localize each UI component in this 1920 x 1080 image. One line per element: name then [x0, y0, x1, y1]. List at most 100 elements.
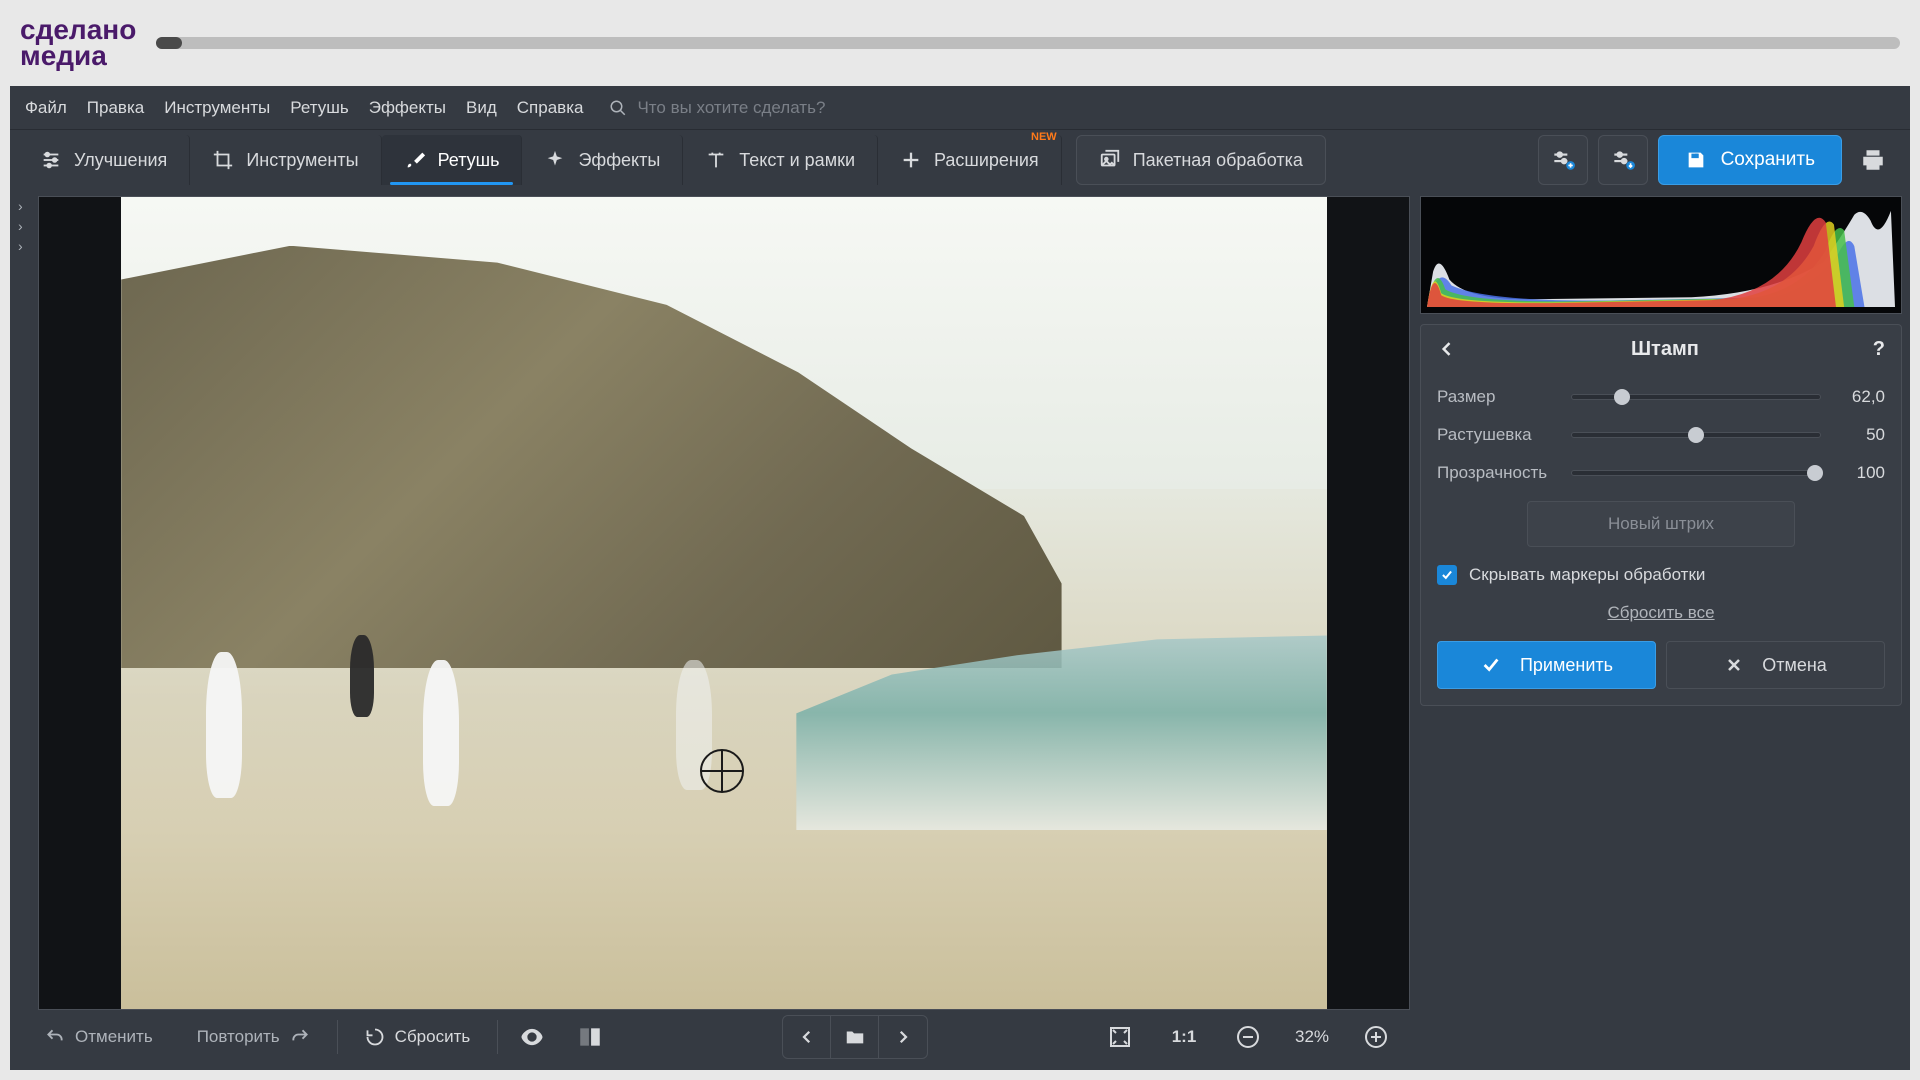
- plus-icon: [900, 149, 922, 171]
- tab-text[interactable]: Текст и рамки: [683, 135, 878, 185]
- menu-file[interactable]: Файл: [25, 98, 67, 118]
- tab-label: Улучшения: [74, 150, 167, 171]
- slider-value: 100: [1835, 463, 1885, 483]
- save-button[interactable]: Сохранить: [1658, 135, 1842, 185]
- redo-button[interactable]: Повторить: [180, 1016, 327, 1058]
- search-input[interactable]: [637, 98, 917, 118]
- marker-expand[interactable]: ›: [18, 218, 38, 234]
- menu-effects[interactable]: Эффекты: [369, 98, 446, 118]
- action-row: Применить Отмена: [1437, 641, 1885, 689]
- sliders-icon: [40, 149, 62, 171]
- checkbox-checked-icon: [1437, 565, 1457, 585]
- preview-toggle-button[interactable]: [508, 1016, 556, 1058]
- slider-value: 62,0: [1835, 387, 1885, 407]
- stamp-cursor: [700, 749, 744, 793]
- work-area: › › ›: [10, 190, 1910, 1070]
- histogram[interactable]: [1420, 196, 1902, 314]
- apply-label: Применить: [1520, 655, 1613, 676]
- tab-label: Ретушь: [438, 150, 500, 171]
- next-image-button[interactable]: [879, 1016, 927, 1058]
- reset-all-link[interactable]: Сбросить все: [1437, 603, 1885, 623]
- zoom-in-button[interactable]: [1352, 1016, 1400, 1058]
- tab-label: Инструменты: [246, 150, 358, 171]
- fit-screen-button[interactable]: [1096, 1016, 1144, 1058]
- brand-line2: медиа: [20, 43, 136, 69]
- toolbar-right: Сохранить: [1538, 135, 1902, 185]
- menu-view[interactable]: Вид: [466, 98, 497, 118]
- undo-button[interactable]: Отменить: [28, 1016, 170, 1058]
- tab-label: Текст и рамки: [739, 150, 855, 171]
- tab-addons[interactable]: NEW Расширения: [878, 135, 1062, 185]
- panel-header: Штамп ?: [1421, 325, 1901, 373]
- cancel-button[interactable]: Отмена: [1666, 641, 1885, 689]
- save-label: Сохранить: [1721, 149, 1815, 171]
- cancel-label: Отмена: [1762, 655, 1827, 676]
- page-top-strip: сделано медиа: [0, 0, 1920, 86]
- slider-track[interactable]: [1571, 394, 1821, 400]
- marker-expand[interactable]: ›: [18, 198, 38, 214]
- menu-tools[interactable]: Инструменты: [164, 98, 270, 118]
- separator: [497, 1020, 498, 1054]
- left-markers: › › ›: [18, 196, 38, 1010]
- tab-label: Расширения: [934, 150, 1039, 171]
- menu-retouch[interactable]: Ретушь: [290, 98, 348, 118]
- help-button[interactable]: ?: [1869, 334, 1889, 365]
- hide-markers-check[interactable]: Скрывать маркеры обработки: [1437, 565, 1885, 585]
- new-badge: NEW: [1031, 131, 1057, 143]
- tab-label: Эффекты: [578, 150, 660, 171]
- photo-preview: [121, 197, 1327, 1009]
- slider-label: Растушевка: [1437, 425, 1557, 445]
- main-toolbar: Улучшения Инструменты Ретушь Эффекты: [10, 130, 1910, 190]
- sparkle-icon: [544, 149, 566, 171]
- brand-logo: сделано медиа: [20, 17, 136, 69]
- tab-tools[interactable]: Инструменты: [190, 135, 381, 185]
- prev-image-button[interactable]: [783, 1016, 831, 1058]
- preset-download-button[interactable]: [1598, 135, 1648, 185]
- menu-edit[interactable]: Правка: [87, 98, 144, 118]
- images-icon: [1099, 149, 1121, 171]
- text-icon: [705, 149, 727, 171]
- one-to-one-button[interactable]: 1:1: [1154, 1027, 1214, 1047]
- separator: [337, 1020, 338, 1054]
- slider-label: Размер: [1437, 387, 1557, 407]
- slider-track[interactable]: [1571, 432, 1821, 438]
- tool-panel: Штамп ? Размер 62,0 Растушевка 50: [1420, 324, 1902, 706]
- video-progress-bar[interactable]: [156, 37, 1900, 49]
- image-canvas[interactable]: [38, 196, 1410, 1010]
- tab-effects[interactable]: Эффекты: [522, 135, 683, 185]
- menu-bar: Файл Правка Инструменты Ретушь Эффекты В…: [10, 86, 1910, 130]
- slider-value: 50: [1835, 425, 1885, 445]
- panel-title: Штамп: [1461, 338, 1869, 361]
- tab-retouch[interactable]: Ретушь: [382, 135, 523, 185]
- redo-label: Повторить: [197, 1027, 280, 1047]
- panel-body: Размер 62,0 Растушевка 50 Прозрачность: [1421, 373, 1901, 705]
- batch-label: Пакетная обработка: [1133, 150, 1303, 171]
- apply-button[interactable]: Применить: [1437, 641, 1656, 689]
- slider-track[interactable]: [1571, 470, 1821, 476]
- reset-button[interactable]: Сбросить: [348, 1016, 488, 1058]
- compare-toggle-button[interactable]: [566, 1016, 614, 1058]
- app-shell: сделано медиа Файл Правка Инструменты Ре…: [0, 0, 1920, 1080]
- tab-enhance[interactable]: Улучшения: [18, 135, 190, 185]
- zoom-value: 32%: [1282, 1027, 1342, 1047]
- menu-help[interactable]: Справка: [517, 98, 584, 118]
- bottom-bar: Отменить Повторить Сбросить: [18, 1010, 1410, 1064]
- slider-size: Размер 62,0: [1437, 387, 1885, 407]
- batch-processing-button[interactable]: Пакетная обработка: [1076, 135, 1326, 185]
- preset-add-button[interactable]: [1538, 135, 1588, 185]
- back-button[interactable]: [1433, 335, 1461, 363]
- editor-window: Файл Правка Инструменты Ретушь Эффекты В…: [10, 86, 1910, 1070]
- print-button[interactable]: [1852, 135, 1894, 185]
- side-panel: Штамп ? Размер 62,0 Растушевка 50: [1420, 196, 1902, 1064]
- marker-expand[interactable]: ›: [18, 238, 38, 254]
- slider-label: Прозрачность: [1437, 463, 1557, 483]
- file-nav-group: [782, 1015, 928, 1059]
- brush-icon: [404, 149, 426, 171]
- open-folder-button[interactable]: [831, 1016, 879, 1058]
- new-stroke-button[interactable]: Новый штрих: [1527, 501, 1796, 547]
- zoom-out-button[interactable]: [1224, 1016, 1272, 1058]
- floppy-icon: [1685, 149, 1707, 171]
- crop-icon: [212, 149, 234, 171]
- canvas-row: › › ›: [18, 196, 1410, 1010]
- undo-label: Отменить: [75, 1027, 153, 1047]
